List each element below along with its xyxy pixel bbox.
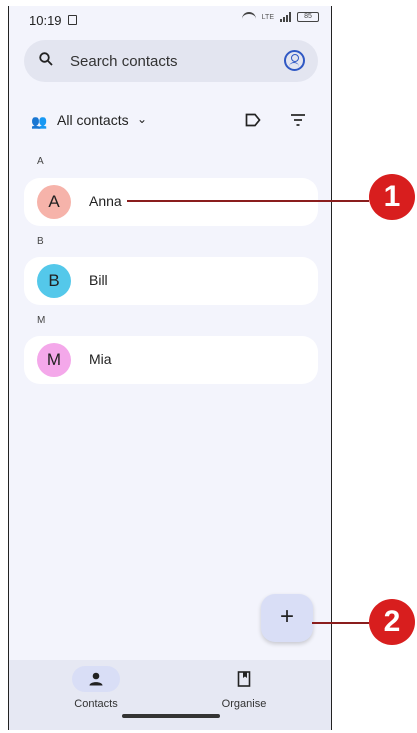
filter-icon[interactable] [290, 113, 306, 127]
network-type: LTE [261, 13, 274, 21]
people-icon: 👥 [31, 114, 48, 129]
chevron-down-icon[interactable]: ⌄ [137, 112, 147, 126]
search-input[interactable]: Search contacts [70, 53, 178, 70]
status-bar: 10:19 LTE 85 [9, 6, 331, 34]
battery-icon: 85 [297, 12, 319, 22]
contact-name: Anna [89, 193, 122, 209]
nav-item-contacts[interactable]: Contacts [46, 666, 146, 710]
contact-row-mia[interactable]: M Mia [24, 336, 318, 384]
home-indicator[interactable] [122, 714, 220, 718]
section-header-a: A [37, 156, 44, 167]
status-time: 10:19 [29, 13, 62, 28]
section-header-m: M [37, 315, 46, 326]
status-icons: LTE 85 [241, 12, 319, 22]
nav-indicator [220, 666, 268, 692]
bottom-navigation: Contacts Organise [9, 660, 331, 730]
gallery-notification-icon [68, 15, 77, 25]
contact-name: Mia [89, 351, 112, 367]
avatar: B [37, 264, 71, 298]
nav-label: Contacts [74, 698, 118, 710]
nav-label: Organise [221, 698, 267, 710]
screenshot: 10:19 LTE 85 Search contacts 👥 All conta… [0, 0, 417, 733]
add-contact-button[interactable]: + [261, 594, 313, 642]
label-icon[interactable] [245, 113, 261, 127]
callout-line-2 [312, 622, 369, 624]
contact-row-bill[interactable]: B Bill [24, 257, 318, 305]
callout-badge-1: 1 [369, 174, 415, 220]
bookmark-icon [237, 671, 251, 687]
nav-indicator [72, 666, 120, 692]
search-icon [39, 52, 53, 66]
nav-item-organise[interactable]: Organise [194, 666, 294, 710]
person-icon [89, 672, 103, 686]
filter-row: 👥 All contacts ⌄ [31, 110, 313, 134]
avatar: A [37, 185, 71, 219]
callout-line-1 [127, 200, 369, 202]
account-icon[interactable] [284, 50, 305, 71]
contact-row-anna[interactable]: A Anna [24, 178, 318, 226]
contact-name: Bill [89, 272, 108, 288]
callout-badge-2: 2 [369, 599, 415, 645]
avatar: M [37, 343, 71, 377]
contacts-filter-dropdown[interactable]: All contacts [57, 112, 129, 128]
phone-screen: 10:19 LTE 85 Search contacts 👥 All conta… [8, 6, 332, 730]
wifi-icon [241, 12, 256, 22]
signal-icon [280, 12, 291, 22]
search-bar[interactable]: Search contacts [24, 40, 318, 82]
section-header-b: B [37, 236, 44, 247]
